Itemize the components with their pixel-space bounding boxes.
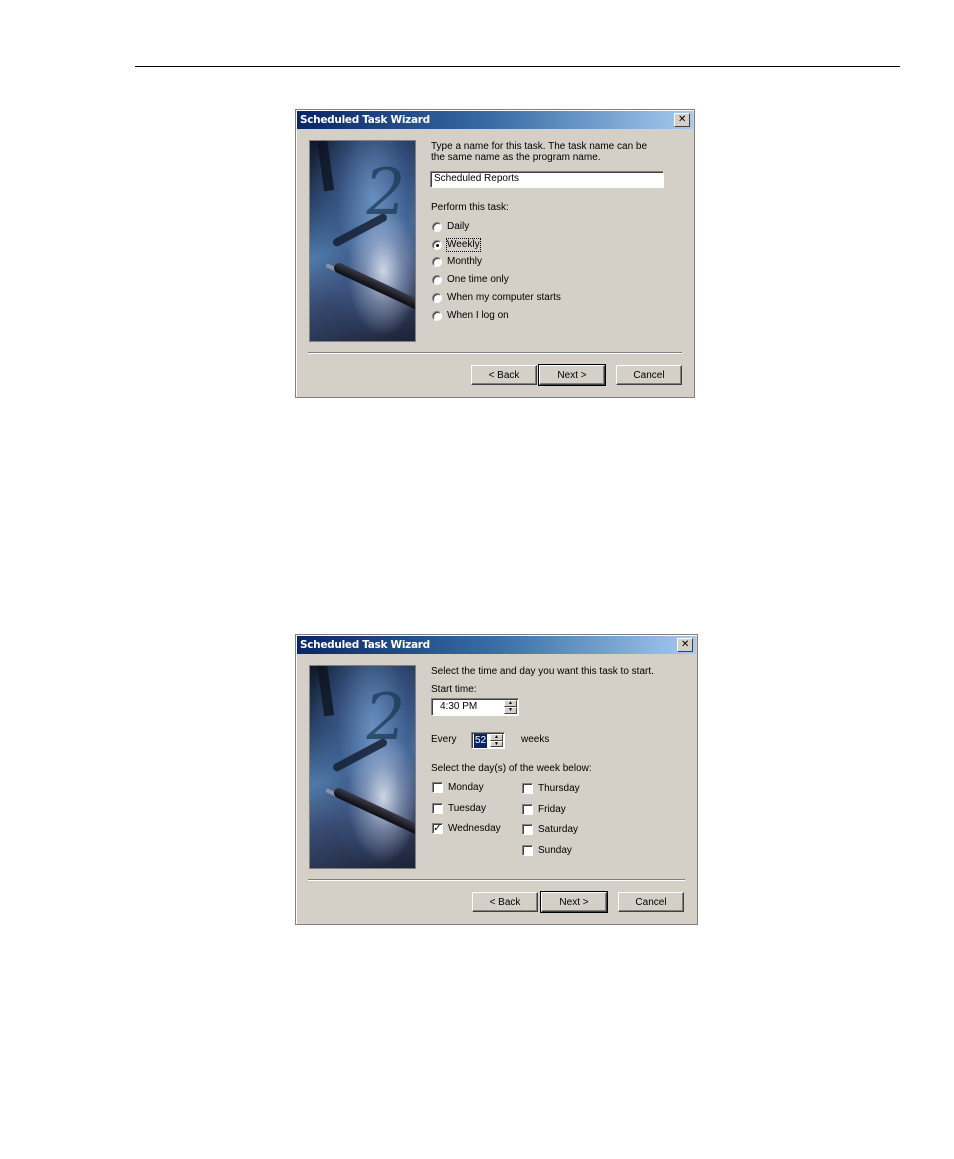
title-bar[interactable]: Scheduled Task Wizard ✕ bbox=[297, 111, 693, 129]
radio-button[interactable] bbox=[432, 293, 442, 303]
schedule-prompt: Select the time and day you want this ta… bbox=[431, 666, 654, 677]
task-name-prompt-line2: the same name as the program name. bbox=[431, 152, 601, 163]
check-icon: ✓ bbox=[433, 823, 442, 834]
start-time-label: Start time: bbox=[431, 684, 477, 695]
radio-button[interactable] bbox=[432, 311, 442, 321]
checkbox-label[interactable]: Sunday bbox=[538, 845, 572, 857]
radio-button[interactable] bbox=[432, 257, 442, 267]
title-bar[interactable]: Scheduled Task Wizard ✕ bbox=[297, 636, 696, 654]
start-time-value[interactable]: 4:30 PM bbox=[440, 700, 477, 714]
separator bbox=[308, 879, 685, 881]
checkbox-checked[interactable]: ✓ bbox=[432, 823, 443, 834]
checkbox[interactable] bbox=[522, 783, 533, 794]
scheduled-task-wizard-name-dialog: Scheduled Task Wizard ✕ 2 Type a name fo… bbox=[295, 109, 695, 398]
dialog-title: Scheduled Task Wizard bbox=[300, 639, 430, 651]
radio-button[interactable] bbox=[432, 275, 442, 285]
wizard-clock-pen-image: 2 bbox=[309, 140, 416, 342]
spin-down-icon[interactable]: ▼ bbox=[490, 740, 503, 747]
close-button[interactable]: ✕ bbox=[674, 113, 690, 127]
checkbox-label[interactable]: Monday bbox=[448, 782, 484, 794]
radio-label[interactable]: One time only bbox=[447, 274, 509, 286]
checkbox[interactable] bbox=[432, 803, 443, 814]
start-time-spinner[interactable]: ▲ ▼ bbox=[504, 700, 517, 714]
days-of-week-label: Select the day(s) of the week below: bbox=[431, 763, 592, 774]
page-header-rule bbox=[135, 66, 900, 67]
checkbox-label[interactable]: Thursday bbox=[538, 783, 580, 795]
start-time-picker[interactable]: 4:30 PM ▲ ▼ bbox=[431, 698, 519, 716]
radio-label[interactable]: Daily bbox=[447, 221, 469, 233]
checkbox-label[interactable]: Saturday bbox=[538, 824, 578, 836]
cancel-button[interactable]: Cancel bbox=[616, 365, 682, 385]
next-button[interactable]: Next > bbox=[538, 364, 606, 386]
close-icon: ✕ bbox=[680, 639, 690, 650]
next-button[interactable]: Next > bbox=[540, 891, 608, 913]
task-name-input[interactable]: Scheduled Reports bbox=[430, 171, 664, 188]
radio-label[interactable]: Monthly bbox=[447, 256, 482, 268]
separator bbox=[308, 352, 682, 354]
checkbox[interactable] bbox=[522, 804, 533, 815]
radio-button-selected[interactable] bbox=[432, 240, 442, 250]
spin-down-icon[interactable]: ▼ bbox=[504, 707, 517, 714]
back-button[interactable]: < Back bbox=[472, 892, 538, 912]
dialog-title: Scheduled Task Wizard bbox=[300, 114, 430, 126]
checkbox[interactable] bbox=[432, 782, 443, 793]
weeks-interval-value[interactable]: 52 bbox=[474, 734, 488, 748]
weeks-label: weeks bbox=[521, 734, 550, 745]
checkbox[interactable] bbox=[522, 845, 533, 856]
close-button[interactable]: ✕ bbox=[677, 638, 693, 652]
checkbox-label[interactable]: Tuesday bbox=[448, 803, 486, 815]
close-icon: ✕ bbox=[677, 114, 687, 125]
checkbox-label[interactable]: Friday bbox=[538, 804, 566, 816]
radio-button[interactable] bbox=[432, 222, 442, 232]
perform-task-label: Perform this task: bbox=[431, 202, 509, 213]
weeks-interval-spinner[interactable]: ▲ ▼ bbox=[490, 734, 503, 747]
radio-label[interactable]: When my computer starts bbox=[447, 292, 561, 304]
checkbox-label[interactable]: Wednesday bbox=[448, 823, 501, 835]
wizard-clock-pen-image: 2 bbox=[309, 665, 416, 869]
checkbox[interactable] bbox=[522, 824, 533, 835]
radio-label[interactable]: Weekly bbox=[446, 238, 481, 252]
radio-label[interactable]: When I log on bbox=[447, 310, 509, 322]
every-label: Every bbox=[431, 734, 457, 745]
cancel-button[interactable]: Cancel bbox=[618, 892, 684, 912]
weeks-interval-stepper[interactable]: 52 ▲ ▼ bbox=[471, 732, 505, 749]
spin-up-icon[interactable]: ▲ bbox=[504, 700, 517, 707]
scheduled-task-wizard-schedule-dialog: Scheduled Task Wizard ✕ 2 Select the tim… bbox=[295, 634, 698, 925]
back-button[interactable]: < Back bbox=[471, 365, 537, 385]
